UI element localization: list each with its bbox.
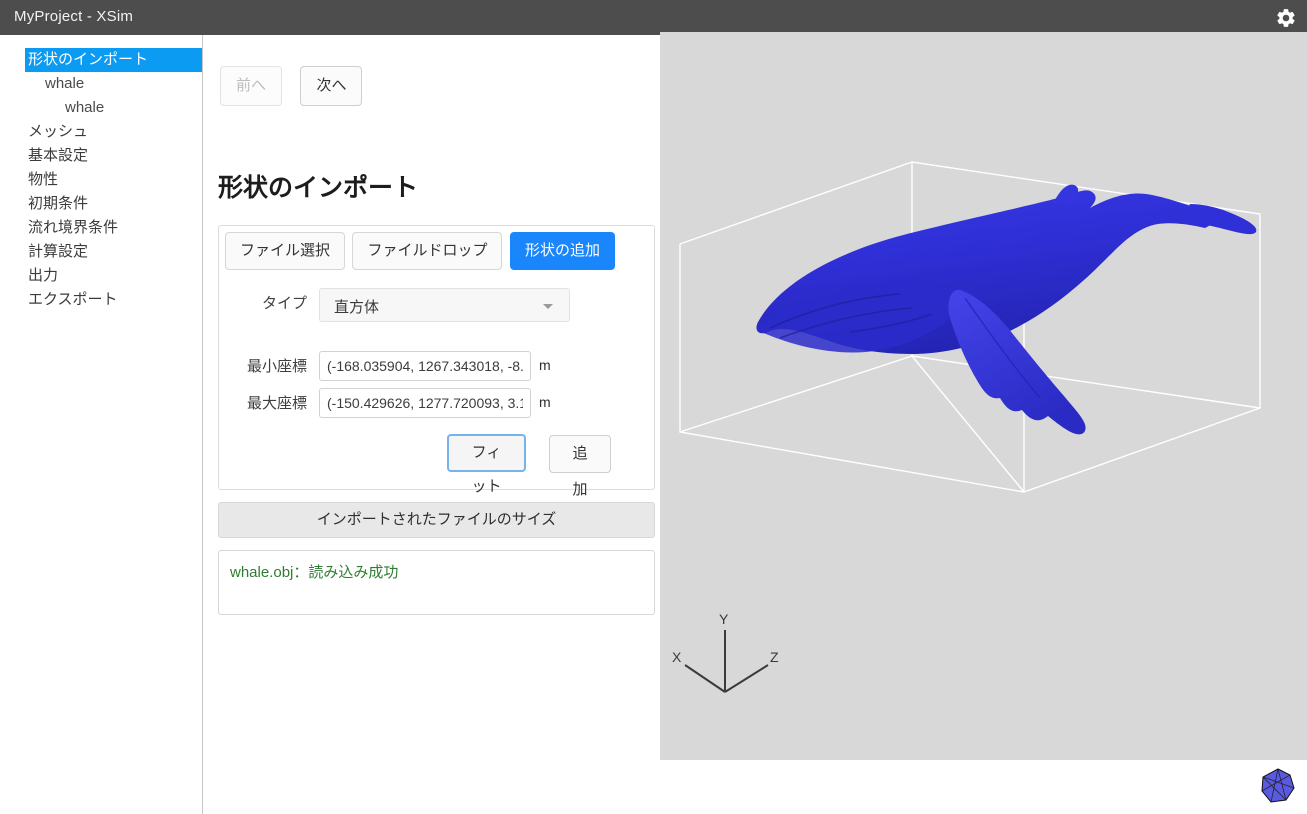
orientation-gizmo[interactable] [1258,766,1298,806]
window-title: MyProject - XSim [14,8,134,25]
sidebar-item-mesh[interactable]: メッシュ [0,120,202,144]
axis-label-x: X [672,649,682,665]
next-button[interactable]: 次へ [300,66,363,106]
sidebar-item-flow-boundary-conditions[interactable]: 流れ境界条件 [0,216,202,240]
max-coordinate-row: 最大座標 m [219,388,656,420]
type-select-value: 直方体 [334,299,380,316]
type-label: タイプ [261,295,307,312]
min-coordinate-unit: m [539,357,551,373]
sidebar-item-label: 初期条件 [28,195,89,212]
sidebar-item-label: 計算設定 [28,243,89,260]
sidebar-item-properties[interactable]: 物性 [0,168,202,192]
fit-button[interactable]: フィット [447,434,526,495]
add-button[interactable]: 追加 [549,435,611,498]
sidebar-item-label: 流れ境界条件 [28,219,119,236]
axis-triad: Y X Z [672,611,779,693]
max-coordinate-label: 最大座標 [246,395,307,412]
sidebar-item-label: 形状のインポート [28,51,149,68]
main-panel: 前へ 次へ 形状のインポート ファイル選択 ファイルドロップ 形状の追加 タイプ… [204,35,660,814]
previous-button[interactable]: 前へ [220,66,282,106]
sidebar-item-calculation-settings[interactable]: 計算設定 [0,240,202,264]
sidebar-navigation: 形状のインポート whale whale メッシュ 基本設定 物性 初期条件 流… [0,35,203,814]
title-bar: MyProject - XSim [0,0,1307,35]
sidebar-item-export[interactable]: エクスポート [0,288,202,312]
tab-file-select[interactable]: ファイル選択 [225,232,346,270]
3d-scene: Y X Z [672,161,1261,693]
gear-icon [1277,9,1295,27]
sidebar-item-output[interactable]: 出力 [0,264,202,288]
sidebar-item-label: whale [45,75,85,92]
tab-file-drop[interactable]: ファイルドロップ [352,232,503,270]
sidebar-item-basic-settings[interactable]: 基本設定 [0,144,202,168]
type-select[interactable]: 直方体 [319,288,570,322]
max-coordinate-input[interactable] [319,388,531,418]
sidebar-item-label: メッシュ [28,123,89,140]
sidebar-item-label: 基本設定 [28,147,89,164]
imported-file-size-button[interactable]: インポートされたファイルのサイズ [218,502,655,538]
application-window: MyProject - XSim 形状のインポート whale whale メッ… [0,0,1307,814]
shape-import-card: ファイル選択 ファイルドロップ 形状の追加 タイプ 直方体 最小座標 m [218,225,656,498]
wizard-navigation: 前へ 次へ [220,66,363,106]
3d-viewport[interactable]: Y X Z [660,32,1307,760]
sidebar-item-whale-1[interactable]: whale [0,72,202,96]
polyhedron-gizmo-icon [1261,768,1295,803]
sidebar-item-label: whale [65,99,105,116]
sidebar-item-whale-2[interactable]: whale [0,96,202,120]
settings-gear-button[interactable] [1271,3,1301,33]
max-coordinate-unit: m [539,394,551,410]
axis-label-z: Z [770,649,779,665]
tab-bar: ファイル選択 ファイルドロップ 形状の追加 [225,232,615,270]
page-title: 形状のインポート [218,174,419,202]
sidebar-item-shape-import[interactable]: 形状のインポート [25,48,202,72]
min-coordinate-label: 最小座標 [246,358,307,375]
log-panel: whale.obj：読み込み成功 [218,550,655,615]
log-message: whale.obj：読み込み成功 [230,564,399,581]
sidebar-item-label: 物性 [28,171,59,188]
type-row: タイプ 直方体 [219,288,656,322]
sidebar-item-label: 出力 [28,267,59,284]
sidebar-item-initial-conditions[interactable]: 初期条件 [0,192,202,216]
min-coordinate-row: 最小座標 m [219,351,656,383]
tab-add-shape[interactable]: 形状の追加 [509,232,615,270]
min-coordinate-input[interactable] [319,351,531,381]
axis-label-y: Y [719,611,729,627]
chevron-down-icon [543,304,553,309]
sidebar-item-label: エクスポート [28,291,118,308]
